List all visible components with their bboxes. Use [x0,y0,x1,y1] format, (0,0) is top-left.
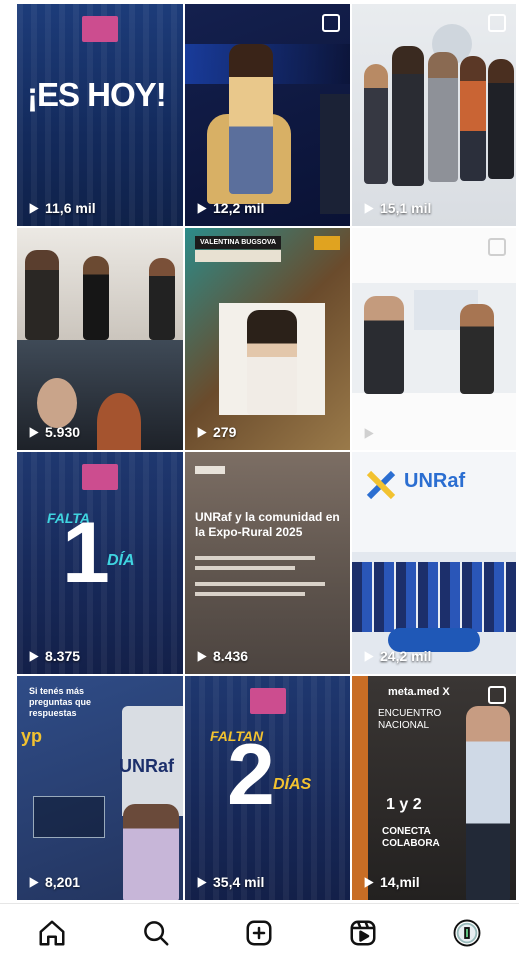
brand-logo-text: UNRaf [119,756,175,776]
event-dates: 1 y 2 [386,796,422,813]
post-tile[interactable]: 15,1 mil [352,4,518,228]
banner-label: VALENTINA BUGSOVA [195,236,282,249]
play-icon [197,876,207,888]
view-count: 35,4 mil [195,874,264,890]
unraf-logo-icon [366,470,396,500]
home-icon[interactable] [32,913,72,953]
view-count: 15,1 mil [362,200,431,216]
play-icon [197,650,207,662]
create-icon[interactable] [239,913,279,953]
event-slogan: CONECTA COLABORA [382,826,440,849]
post-tile[interactable]: FALTA 1 DÍA 8.375 [17,452,185,676]
carousel-icon [488,14,506,32]
play-icon [197,426,207,438]
countdown-label: DÍAS [273,776,312,793]
post-headline: ¡ES HOY! [27,76,167,113]
play-icon [364,428,374,439]
reels-icon[interactable] [343,913,383,953]
post-tile[interactable]: Si tenés más preguntas que respuestas yp… [17,676,185,902]
play-icon [197,202,207,214]
countdown-label: DÍA [107,552,135,569]
post-tile[interactable]: ¡ES HOY! 11,6 mil [17,4,185,228]
view-count [362,427,380,440]
brand-logo-text: UNRaf [404,470,466,492]
carousel-icon [322,14,340,32]
post-tile[interactable]: UNRaf y la comunidad en la Expo-Rural 20… [185,452,352,676]
post-tile[interactable]: FALTAN 2 DÍAS 35,4 mil [185,676,352,902]
profile-icon[interactable] [447,913,487,953]
post-tile[interactable]: VALENTINA BUGSOVA 279 [185,228,352,452]
view-count: 8.436 [195,648,248,664]
post-title: UNRaf y la comunidad en la Expo-Rural 20… [195,510,340,539]
view-count: 14,mil [362,874,420,890]
carousel-icon [488,686,506,704]
play-icon [364,650,374,662]
carousel-icon [488,238,506,256]
search-icon[interactable] [136,913,176,953]
bottom-nav [0,903,519,962]
post-tile[interactable]: 12,2 mil [185,4,352,228]
post-tile[interactable] [352,228,518,452]
view-count: 11,6 mil [27,200,96,216]
post-tile[interactable]: meta.med X ENCUENTRO NACIONAL 1 y 2 CONE… [352,676,518,902]
play-icon [29,426,39,438]
posts-grid: ¡ES HOY! 11,6 mil 12,2 mil 15,1 mil 5.93… [17,4,518,902]
play-icon [29,876,39,888]
countdown-number: 2 [227,727,275,823]
play-icon [29,202,39,214]
play-icon [29,650,39,662]
event-title: ENCUENTRO NACIONAL [378,708,442,731]
view-count: 12,2 mil [195,200,264,216]
post-text: Si tenés más preguntas que respuestas [29,686,92,718]
view-count: 24,2 mil [362,648,431,664]
post-tile[interactable]: UNRaf 24,2 mil [352,452,518,676]
countdown-number: 1 [62,505,110,601]
view-count: 8.375 [27,648,80,664]
view-count: 5.930 [27,424,80,440]
view-count: 8,201 [27,874,80,890]
play-icon [364,876,374,888]
play-icon [364,202,374,214]
post-tile[interactable]: 5.930 [17,228,185,452]
view-count: 279 [195,424,236,440]
brand-name: meta.med X [388,686,450,698]
